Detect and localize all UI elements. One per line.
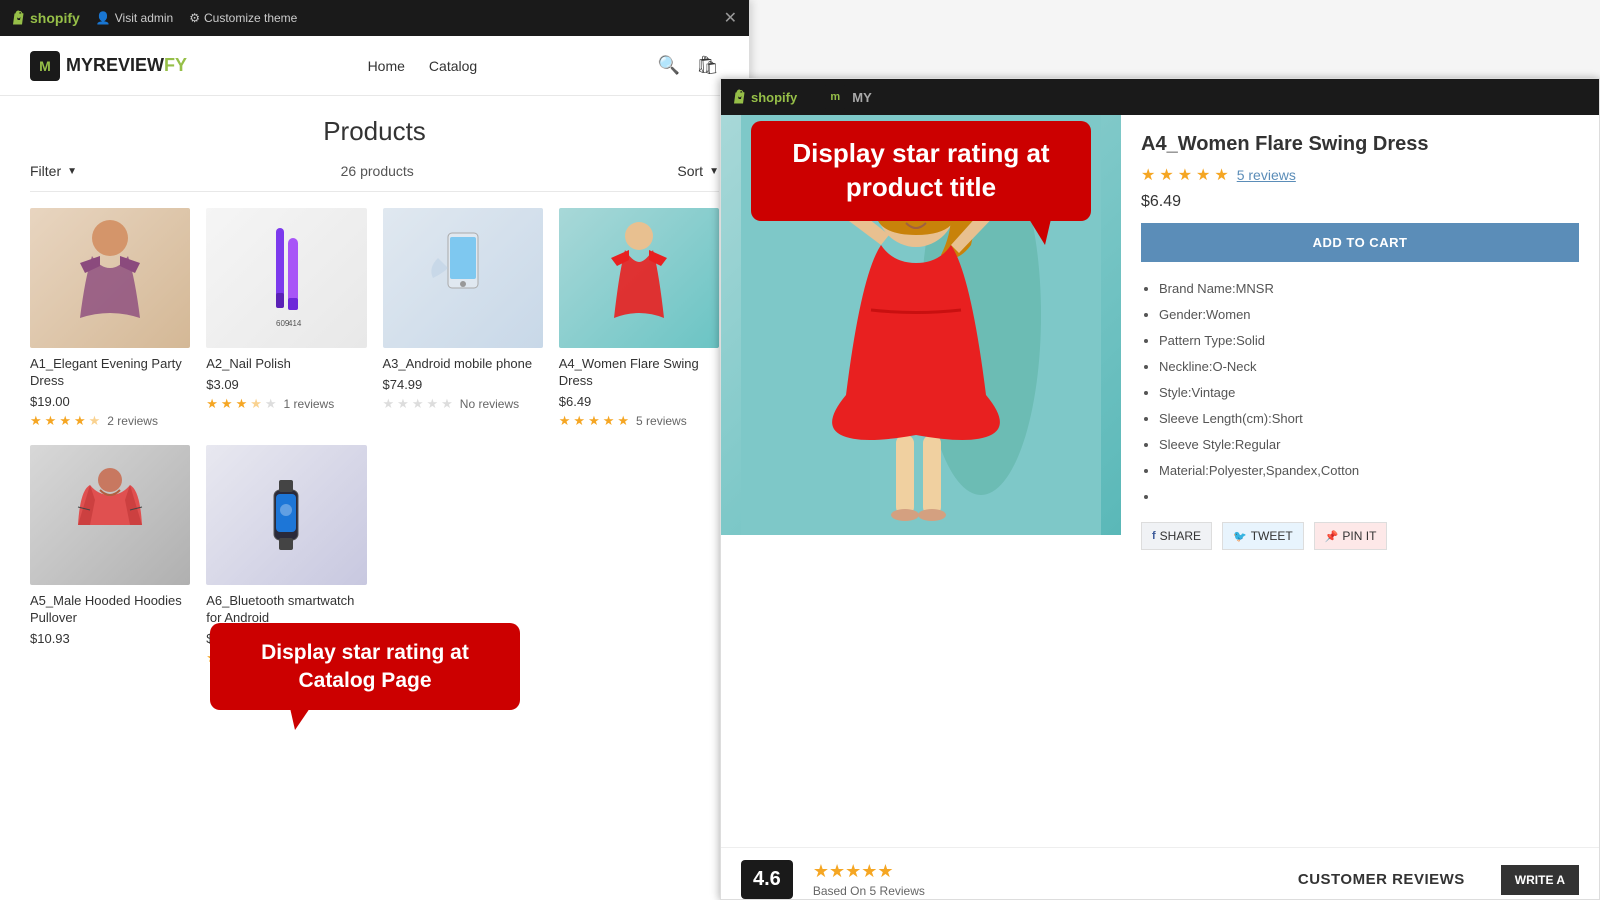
product-name-p4: A4_Women Flare Swing Dress (559, 356, 719, 390)
chevron-down-icon: ▼ (67, 166, 77, 177)
callout-tail (1029, 219, 1051, 245)
pin-button[interactable]: 📌 PIN IT (1314, 522, 1388, 550)
admin-bar: shopify 👤 Visit admin ⚙ Customize theme … (0, 0, 749, 36)
product-stars-p4: ★ ★ ★ ★ ★ 5 reviews (559, 413, 719, 429)
store-nav: Home Catalog (368, 58, 478, 74)
detail-store-mini: m MY (823, 85, 872, 109)
catalog-panel: shopify 👤 Visit admin ⚙ Customize theme … (0, 0, 750, 900)
detail-content: A4_Women Flare Swing Dress ★ ★ ★ ★ ★ 5 r… (721, 115, 1599, 847)
product-card-p1[interactable]: A1_Elegant Evening Party Dress $19.00 ★ … (30, 208, 190, 429)
product-image-p1 (30, 208, 190, 348)
catalog-callout: Display star rating at Catalog Page (210, 623, 520, 710)
detail-panel: shopify m MY Display star rating at prod… (720, 78, 1600, 900)
product-image-p4 (559, 208, 719, 348)
product-image-p6 (206, 445, 366, 585)
detail-item: Material:Polyester,Spandex,Cotton (1159, 458, 1579, 484)
detail-product-name: A4_Women Flare Swing Dress (1141, 131, 1579, 157)
share-button[interactable]: f SHARE (1141, 522, 1212, 550)
detail-price: $6.49 (1141, 193, 1579, 211)
product-stars-p1: ★ ★ ★ ★ ★ 2 reviews (30, 413, 190, 429)
detail-shopify-logo: shopify (733, 89, 797, 105)
review-header: 4.6 ★★★★★ Based On 5 Reviews CUSTOMER RE… (741, 848, 1579, 900)
product-card-p3[interactable]: A3_Android mobile phone $74.99 ★ ★ ★ ★ ★… (383, 208, 543, 429)
product-price-p1: $19.00 (30, 394, 190, 409)
product-details-list: Brand Name:MNSR Gender:Women Pattern Typ… (1141, 276, 1579, 510)
share-row: f SHARE 🐦 TWEET 📌 PIN IT (1141, 522, 1579, 550)
product-image-area (721, 115, 1121, 847)
sort-button[interactable]: Sort ▼ (677, 163, 719, 179)
product-title-callout: Display star rating at product title (751, 121, 1091, 221)
shopify-logo: shopify (12, 10, 80, 26)
product-card-p4[interactable]: A4_Women Flare Swing Dress $6.49 ★ ★ ★ ★… (559, 208, 719, 429)
products-grid: A1_Elegant Evening Party Dress $19.00 ★ … (30, 208, 719, 666)
store-header: m MYREVIEWfy Home Catalog 🔍 🛍 (0, 36, 749, 96)
product-image-p5 (30, 445, 190, 585)
customer-reviews-title: CUSTOMER REVIEWS (1298, 871, 1465, 888)
detail-item: Sleeve Length(cm):Short (1159, 406, 1579, 432)
review-count-p2: 1 reviews (284, 397, 335, 411)
product-price-p5: $10.93 (30, 631, 190, 646)
svg-text:414: 414 (288, 319, 302, 328)
rating-badge: 4.6 (741, 860, 793, 899)
review-count-p3: No reviews (460, 397, 519, 411)
products-count: 26 products (341, 163, 414, 179)
product-card-p5[interactable]: A5_Male Hooded Hoodies Pullover $10.93 (30, 445, 190, 666)
detail-item: Gender:Women (1159, 302, 1579, 328)
facebook-icon: f (1152, 530, 1156, 542)
product-price-p3: $74.99 (383, 377, 543, 392)
page-title: Products (30, 116, 719, 147)
rating-stars: ★★★★★ (813, 861, 925, 882)
customize-theme-link[interactable]: ⚙ Customize theme (189, 11, 297, 25)
product-name-p1: A1_Elegant Evening Party Dress (30, 356, 190, 390)
detail-item: Sleeve Style:Regular (1159, 432, 1579, 458)
visit-admin-link[interactable]: 👤 Visit admin (96, 11, 173, 25)
product-price-p2: $3.09 (206, 377, 366, 392)
detail-product-stars: ★ ★ ★ ★ ★ 5 reviews (1141, 165, 1579, 185)
store-logo: m MYREVIEWfy (30, 51, 187, 81)
rating-based: Based On 5 Reviews (813, 884, 925, 898)
products-section: Products Filter ▼ 26 products Sort ▼ (0, 96, 749, 686)
detail-item: Pattern Type:Solid (1159, 328, 1579, 354)
detail-review-link[interactable]: 5 reviews (1237, 167, 1296, 183)
product-image-p2: 609 414 (206, 208, 366, 348)
product-stars-p3: ★ ★ ★ ★ ★ No reviews (383, 396, 543, 412)
filter-button[interactable]: Filter ▼ (30, 163, 77, 179)
detail-item (1159, 484, 1579, 510)
product-card-p2[interactable]: 609 414 A2_Nail Polish $3.09 ★ ★ ★ ★ ★ 1… (206, 208, 366, 429)
nav-catalog[interactable]: Catalog (429, 58, 477, 74)
review-section: 4.6 ★★★★★ Based On 5 Reviews CUSTOMER RE… (721, 847, 1599, 900)
product-name-p5: A5_Male Hooded Hoodies Pullover (30, 593, 190, 627)
product-price-p4: $6.49 (559, 394, 719, 409)
product-image-p3 (383, 208, 543, 348)
product-detail-info: A4_Women Flare Swing Dress ★ ★ ★ ★ ★ 5 r… (1121, 115, 1599, 847)
product-name-p3: A3_Android mobile phone (383, 356, 543, 373)
detail-item: Style:Vintage (1159, 380, 1579, 406)
tweet-button[interactable]: 🐦 TWEET (1222, 522, 1304, 550)
add-to-cart-button[interactable]: ADD TO CART (1141, 223, 1579, 262)
search-icon[interactable]: 🔍 (658, 55, 680, 76)
detail-item: Brand Name:MNSR (1159, 276, 1579, 302)
products-toolbar: Filter ▼ 26 products Sort ▼ (30, 163, 719, 192)
store-icons: 🔍 🛍 (658, 55, 719, 76)
chevron-down-icon: ▼ (709, 166, 719, 177)
product-stars-p2: ★ ★ ★ ★ ★ 1 reviews (206, 396, 366, 412)
cart-icon[interactable]: 🛍 (696, 55, 719, 76)
write-review-button[interactable]: WRITE A (1501, 865, 1579, 895)
detail-item: Neckline:O-Neck (1159, 354, 1579, 380)
review-count-p4: 5 reviews (636, 414, 687, 428)
logo-icon: m (30, 51, 60, 81)
review-count-p1: 2 reviews (107, 414, 158, 428)
rating-stars-row: ★★★★★ Based On 5 Reviews (813, 861, 925, 898)
detail-admin-bar: shopify m MY (721, 79, 1599, 115)
admin-bar-close-icon[interactable]: ✕ (724, 8, 737, 28)
pinterest-icon: 📌 (1325, 530, 1339, 543)
twitter-icon: 🐦 (1233, 530, 1247, 543)
nav-home[interactable]: Home (368, 58, 405, 74)
product-name-p2: A2_Nail Polish (206, 356, 366, 373)
product-name-p6: A6_Bluetooth smartwatch for Android (206, 593, 366, 627)
